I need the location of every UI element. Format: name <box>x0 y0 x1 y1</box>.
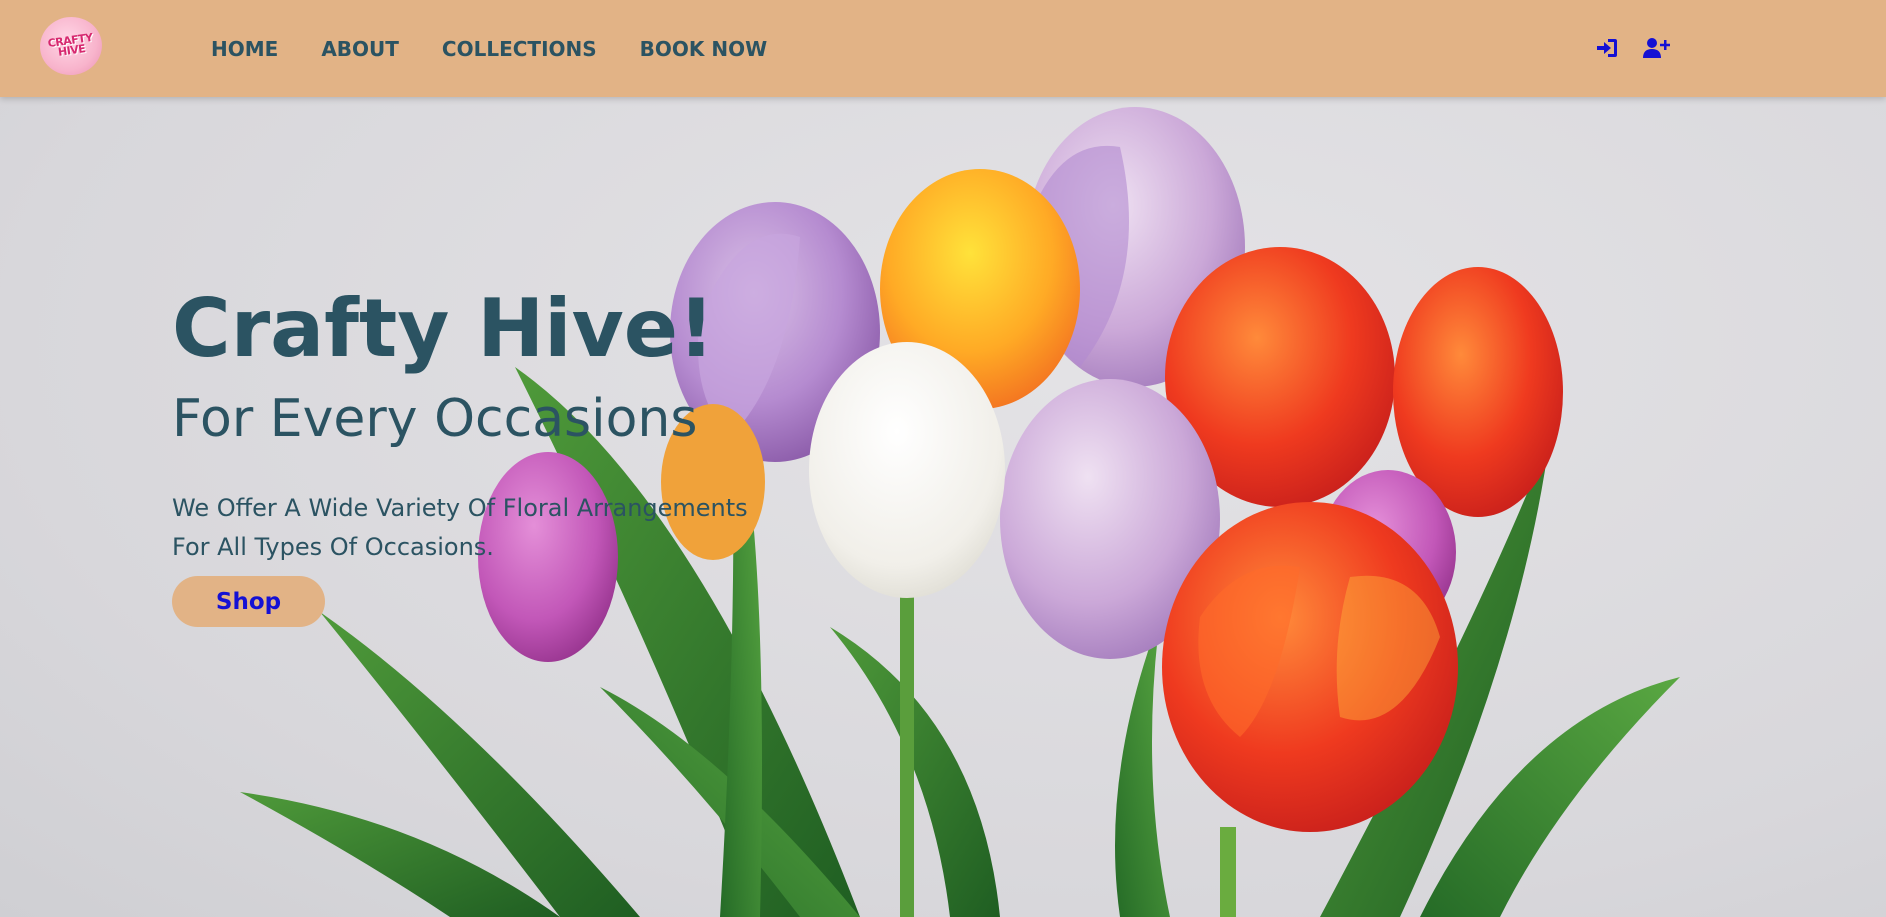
main-nav: HOME ABOUT COLLECTIONS BOOK NOW <box>211 0 810 97</box>
nav-home[interactable]: HOME <box>211 37 278 61</box>
logo-line-2: HIVE <box>57 42 87 59</box>
nav-collections[interactable]: COLLECTIONS <box>442 37 597 61</box>
site-header: CRAFTY HIVE HOME ABOUT COLLECTIONS BOOK … <box>0 0 1886 97</box>
hero-title: Crafty Hive! <box>172 282 715 375</box>
nav-about[interactable]: ABOUT <box>321 37 399 61</box>
nav-book-now[interactable]: BOOK NOW <box>640 37 768 61</box>
logo[interactable]: CRAFTY HIVE <box>36 12 106 80</box>
hero-description: We Offer A Wide Variety Of Floral Arrang… <box>172 494 748 561</box>
account-actions <box>1594 36 1670 60</box>
hero-section: Crafty Hive! For Every Occasions We Offe… <box>0 97 1886 917</box>
hero-subtitle: For Every Occasions <box>172 389 698 449</box>
user-plus-icon[interactable] <box>1642 36 1670 60</box>
page: CRAFTY HIVE HOME ABOUT COLLECTIONS BOOK … <box>0 0 1886 917</box>
shop-button[interactable]: Shop <box>172 576 325 627</box>
sign-in-icon[interactable] <box>1594 36 1620 60</box>
